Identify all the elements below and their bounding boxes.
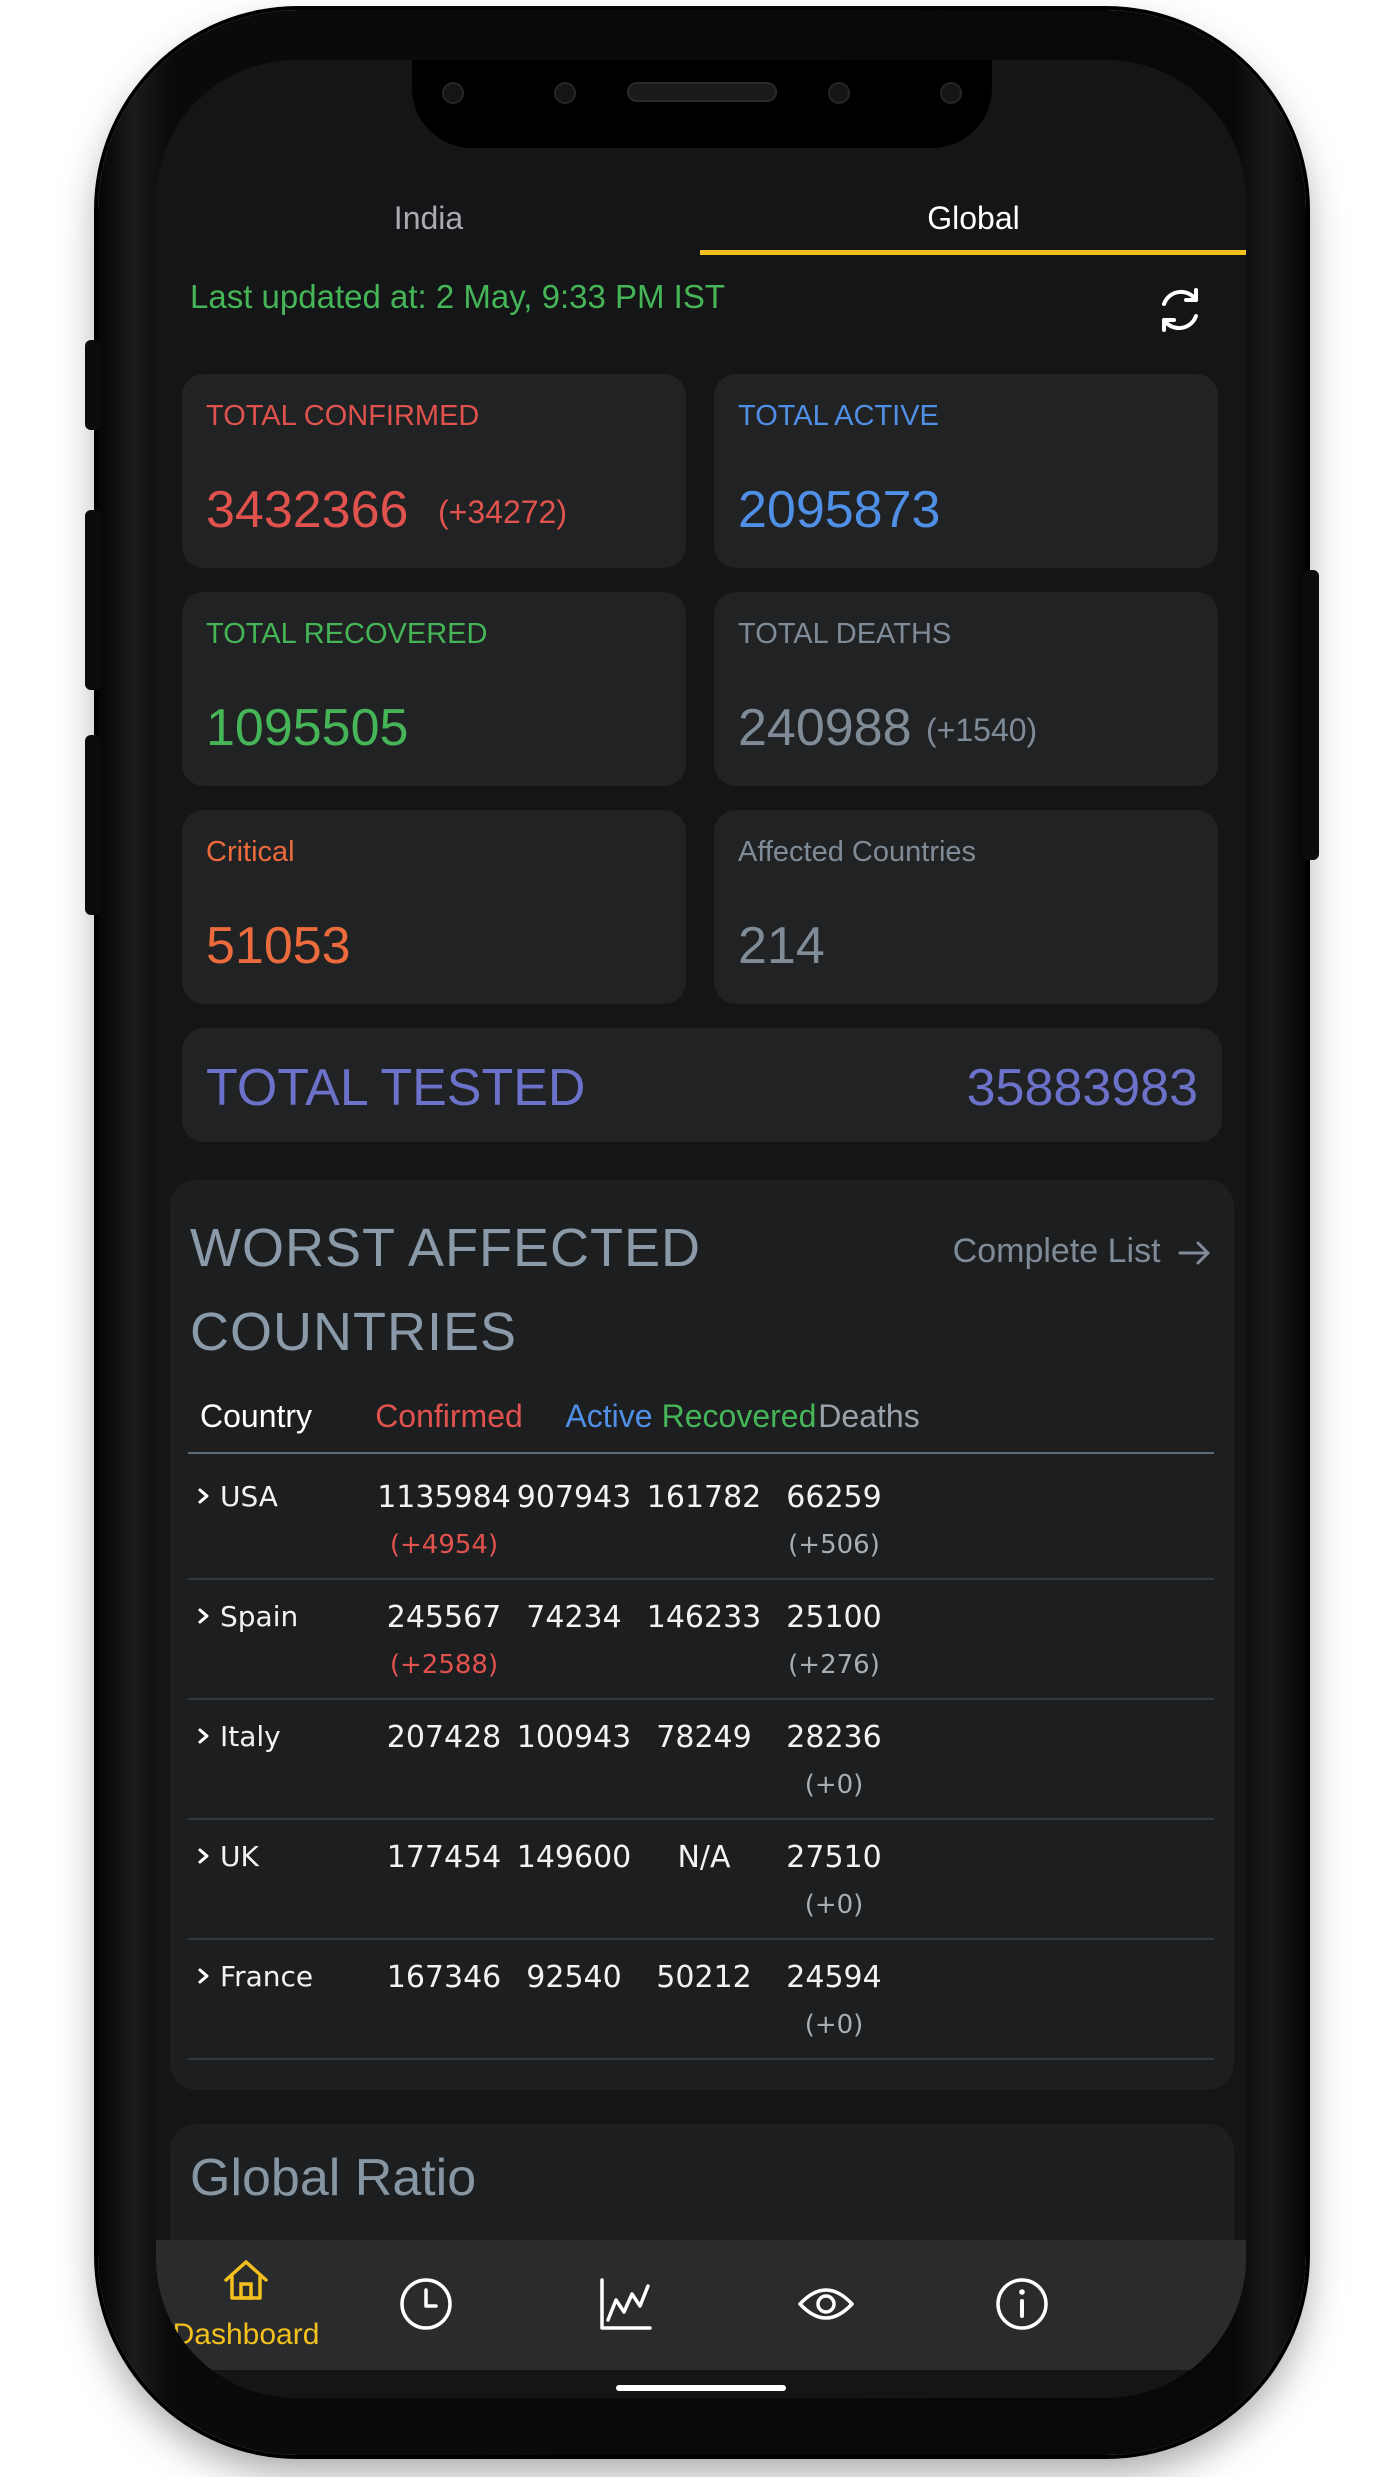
cell-deaths: 66259 <box>786 1480 882 1515</box>
bottom-navigation: Dashboard <box>156 2240 1246 2370</box>
refresh-icon[interactable] <box>1152 282 1208 338</box>
active-label: TOTAL ACTIVE <box>738 400 939 432</box>
country-label: Spain <box>220 1600 299 1633</box>
country-name: Spain <box>196 1600 298 1633</box>
nav-info[interactable] <box>982 2240 1062 2370</box>
tested-label: TOTAL TESTED <box>206 1059 586 1117</box>
tab-india[interactable]: India <box>156 178 701 258</box>
affected-label: Affected Countries <box>738 836 977 868</box>
cell-confirmed-delta: (+4954) <box>389 1530 499 1560</box>
table-row[interactable]: Italy 207428 100943 78249 28236 (+0) <box>188 1698 1214 1820</box>
chevron-right-icon <box>198 1488 209 1504</box>
tab-global[interactable]: Global <box>701 178 1246 258</box>
home-icon <box>224 2260 268 2300</box>
recovered-value: 1095505 <box>206 699 409 757</box>
cell-deaths: 28236 <box>786 1720 882 1755</box>
card-total-deaths: TOTAL DEATHS 240988 (+1540) <box>714 592 1218 786</box>
complete-list-label: Complete List <box>952 1232 1161 1270</box>
table-row[interactable]: Spain 245567 74234 146233 25100 (+2588) (+276) <box>188 1578 1214 1700</box>
country-label: France <box>220 1960 314 1993</box>
earpiece-speaker <box>627 82 777 102</box>
nav-charts[interactable] <box>586 2240 666 2370</box>
region-tabs: India Global <box>156 178 1246 258</box>
app-screen: India Global Last updated at: 2 May, 9:3… <box>156 60 1246 2398</box>
chevron-right-icon <box>198 1848 209 1864</box>
worst-affected-panel: WORST AFFECTED COUNTRIES Complete List C… <box>170 1180 1234 2090</box>
last-updated-text: Last updated at: 2 May, 9:33 PM IST <box>190 278 726 315</box>
table-row[interactable]: USA 1135984 907943 161782 66259 (+4954) (+506) <box>188 1458 1214 1580</box>
recovered-label: TOTAL RECOVERED <box>206 618 488 650</box>
country-name: USA <box>196 1480 278 1513</box>
chevron-right-icon <box>198 1968 209 1984</box>
card-total-active: TOTAL ACTIVE 2095873 <box>714 374 1218 568</box>
affected-value: 214 <box>738 917 825 975</box>
nav-dashboard[interactable]: Dashboard <box>173 2240 319 2370</box>
phone-power-button <box>1303 570 1319 860</box>
chevron-right-icon <box>198 1728 209 1744</box>
chevron-right-icon <box>198 1608 209 1624</box>
phone-notch <box>412 60 992 148</box>
table-header: Country Confirmed Active Recovered Death… <box>188 1388 1214 1454</box>
cell-confirmed-delta: (+2588) <box>389 1650 499 1680</box>
country-name: UK <box>196 1840 259 1873</box>
info-icon <box>996 2278 1048 2330</box>
clock-icon <box>400 2278 452 2330</box>
nav-history[interactable] <box>386 2240 466 2370</box>
country-label: UK <box>220 1840 259 1873</box>
cell-deaths-delta: (+276) <box>788 1650 880 1680</box>
card-total-tested: TOTAL TESTED 35883983 <box>182 1028 1222 1142</box>
phone-volume-down <box>85 735 101 915</box>
confirmed-delta: (+34272) <box>438 494 567 530</box>
active-tab-indicator <box>700 250 1246 255</box>
critical-value: 51053 <box>206 917 351 975</box>
arrow-right-icon <box>1178 1241 1210 1265</box>
title-line-1: WORST AFFECTED <box>190 1218 702 1278</box>
confirmed-value: 3432366 <box>206 481 409 539</box>
card-total-confirmed: TOTAL CONFIRMED 3432366 (+34272) <box>182 374 686 568</box>
table-row[interactable]: France 167346 92540 50212 24594 (+0) <box>188 1938 1214 2060</box>
confirmed-label: TOTAL CONFIRMED <box>206 400 480 432</box>
deaths-label: TOTAL DEATHS <box>738 618 952 650</box>
worst-affected-title: WORST AFFECTED COUNTRIES <box>190 1206 750 1374</box>
sensor-dot <box>442 82 464 104</box>
table-row[interactable]: UK 177454 149600 N/A 27510 (+0) <box>188 1818 1214 1940</box>
deaths-value: 240988 <box>738 699 912 757</box>
cell-deaths-delta: (+0) <box>804 1890 864 1920</box>
home-indicator <box>616 2385 786 2391</box>
eye-icon <box>798 2288 854 2320</box>
cell-deaths: 24594 <box>786 1960 882 1995</box>
phone-volume-up <box>85 510 101 690</box>
title-line-2: COUNTRIES <box>190 1302 518 1362</box>
cell-deaths: 27510 <box>786 1840 882 1875</box>
global-ratio-title: Global Ratio <box>190 2149 477 2207</box>
cell-deaths-delta: (+0) <box>804 1770 864 1800</box>
nav-dashboard-label: Dashboard <box>172 2318 320 2351</box>
tested-value: 35883983 <box>966 1059 1198 1117</box>
cell-deaths: 25100 <box>786 1600 882 1635</box>
active-value: 2095873 <box>738 481 941 539</box>
country-name: Italy <box>196 1720 281 1753</box>
chart-icon <box>600 2278 652 2330</box>
card-critical: Critical 51053 <box>182 810 686 1004</box>
complete-list-link[interactable]: Complete List <box>953 1232 1212 1271</box>
phone-silent-switch <box>85 340 101 430</box>
critical-label: Critical <box>206 836 295 868</box>
deaths-delta: (+1540) <box>926 712 1038 748</box>
country-name: France <box>196 1960 313 1993</box>
cell-deaths-delta: (+0) <box>804 2010 864 2040</box>
cell-deaths-delta: (+506) <box>788 1530 880 1560</box>
col-country: Country <box>200 1398 313 1434</box>
sensor-dot <box>940 82 962 104</box>
col-deaths: Deaths <box>818 1398 920 1434</box>
sensor-dot <box>828 82 850 104</box>
front-camera <box>554 82 576 104</box>
nav-watch[interactable] <box>786 2240 866 2370</box>
card-total-recovered: TOTAL RECOVERED 1095505 <box>182 592 686 786</box>
country-label: Italy <box>220 1720 281 1753</box>
card-affected-countries: Affected Countries 214 <box>714 810 1218 1004</box>
country-label: USA <box>220 1480 278 1513</box>
